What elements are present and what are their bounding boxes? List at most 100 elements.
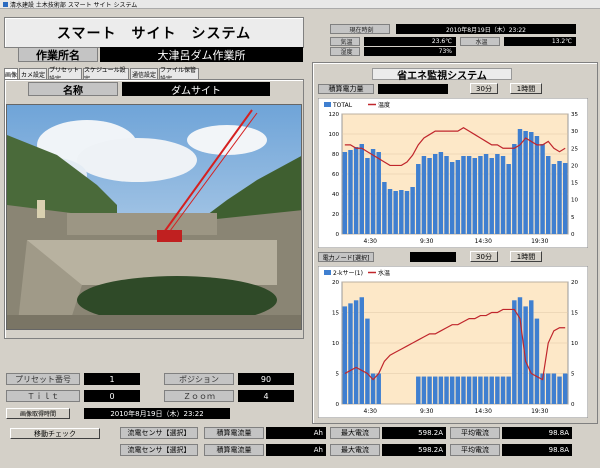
- bar: [461, 156, 466, 234]
- time-display: 2010年8月19日（木）23:22: [396, 24, 576, 34]
- bar: [472, 376, 477, 404]
- preset-label: プリセット番号: [6, 373, 80, 385]
- bar: [365, 318, 370, 404]
- y-left-tick-label: 40: [332, 192, 339, 198]
- bar: [393, 191, 398, 234]
- tab-schedule-settings[interactable]: スケジュール設定: [83, 67, 129, 83]
- y-left-tick-label: 5: [336, 372, 340, 378]
- bar: [359, 144, 364, 234]
- tab-image[interactable]: 画像: [4, 68, 18, 79]
- preset-value[interactable]: 1: [84, 373, 140, 385]
- bar: [382, 182, 387, 234]
- legend-label: 2-kサー(1): [333, 270, 363, 277]
- legend-bar-swatch: [324, 270, 331, 275]
- chart2-1hour-button[interactable]: 1時間: [510, 251, 542, 262]
- legend-label: TOTAL: [332, 102, 353, 109]
- x-tick-label: 4:30: [364, 238, 378, 245]
- bar: [438, 376, 444, 404]
- x-tick-label: 9:30: [420, 408, 434, 415]
- site-name-display: 大津呂ダム作業所: [100, 47, 303, 62]
- power-chart: TOTAL 温度 0 20 40 60 80 100 120 0 5 10 15 20 25 30 35 4:30…: [318, 98, 588, 248]
- legend-bar-swatch: [324, 102, 331, 107]
- bar: [557, 161, 562, 234]
- bar: [546, 156, 551, 234]
- bar: [523, 131, 528, 234]
- bar: [529, 300, 534, 404]
- bar: [376, 373, 381, 404]
- chart1-30min-button[interactable]: 30分: [470, 83, 498, 94]
- bar: [359, 297, 364, 404]
- time-label: 現在時刻: [330, 24, 390, 34]
- tab-file-settings[interactable]: ファイル保管設定: [159, 67, 199, 83]
- bar: [506, 164, 511, 234]
- bar: [562, 373, 568, 404]
- x-tick-label: 19:30: [531, 408, 548, 415]
- bar: [353, 300, 359, 404]
- bar: [546, 373, 551, 404]
- bar: [348, 303, 353, 404]
- flow-chart: 2-kサー(1) 水温 0 5 10 15 20 0 5 10 15 20 4:30 9:30 14:30 1…: [318, 266, 588, 418]
- zoom-label: Ｚｏｏｍ: [164, 390, 234, 402]
- bar: [353, 147, 359, 234]
- y-left-tick-label: 15: [332, 311, 339, 317]
- site-label-text: 作業所名: [36, 48, 80, 62]
- zoom-value[interactable]: 4: [238, 390, 294, 402]
- bar: [489, 158, 494, 234]
- bar: [557, 376, 562, 404]
- bar: [534, 318, 540, 404]
- tab-camera-settings[interactable]: カメ設定: [19, 68, 47, 79]
- bar: [376, 152, 381, 234]
- avg-label-1: 平均電流: [450, 427, 500, 439]
- avg-label-2: 平均電流: [450, 444, 500, 456]
- air-temp-value: 23.6℃: [364, 37, 456, 46]
- bar: [387, 189, 393, 234]
- bar: [466, 376, 472, 404]
- y-left-tick-label: 120: [329, 112, 340, 118]
- y-left-tick-label: 20: [332, 280, 339, 286]
- tab-preset-settings[interactable]: プリセット設定: [48, 67, 82, 83]
- position-value[interactable]: 90: [238, 373, 294, 385]
- tilt-value[interactable]: 0: [84, 390, 140, 402]
- avg-value-1: 98.8A: [502, 427, 572, 439]
- bar: [500, 376, 506, 404]
- bar: [466, 156, 472, 234]
- sensor-select-2[interactable]: 流電センサ【選択】: [120, 444, 198, 456]
- bar: [478, 376, 483, 404]
- bar: [449, 376, 455, 404]
- acquisition-time-button[interactable]: 画像取得時間: [6, 408, 70, 419]
- bar: [540, 144, 545, 234]
- y-left-tick-label: 10: [332, 341, 339, 347]
- bar: [410, 187, 415, 234]
- bar: [551, 164, 557, 234]
- movement-check-button[interactable]: 移動チェック: [10, 428, 100, 439]
- y-right-tick-label: 0: [571, 232, 575, 238]
- bar: [416, 376, 421, 404]
- bar: [370, 149, 376, 234]
- sensor-select-1[interactable]: 流電センサ【選択】: [120, 427, 198, 439]
- y-left-tick-label: 0: [336, 232, 340, 238]
- tab-comm-settings[interactable]: 通信設定: [130, 68, 158, 79]
- water-temp-label: 水温: [460, 37, 500, 46]
- air-temp-label: 気温: [330, 37, 360, 46]
- bar: [444, 376, 449, 404]
- bar: [523, 306, 528, 404]
- y-left-tick-label: 0: [336, 402, 340, 408]
- chart1-1hour-button[interactable]: 1時間: [510, 83, 542, 94]
- max-value-1: 598.2A: [382, 427, 446, 439]
- chart2-30min-button[interactable]: 30分: [470, 251, 498, 262]
- bar: [399, 190, 404, 234]
- bar: [433, 376, 438, 404]
- acquisition-time-value: 2010年8月19日（木）23:22: [84, 408, 230, 419]
- y-right-tick-label: 30: [571, 129, 578, 135]
- system-title-box: スマート サイト システム: [4, 17, 304, 48]
- acc-label-1: 積算電流量: [204, 427, 264, 439]
- bar: [416, 164, 421, 234]
- system-title: スマート サイト システム: [56, 25, 252, 42]
- bar: [478, 156, 483, 234]
- bar: [517, 297, 523, 404]
- bar: [433, 154, 438, 234]
- power-label: 積算電力量: [318, 84, 374, 94]
- camera-image: [6, 104, 302, 330]
- y-right-tick-label: 10: [571, 341, 578, 347]
- bar: [534, 136, 540, 234]
